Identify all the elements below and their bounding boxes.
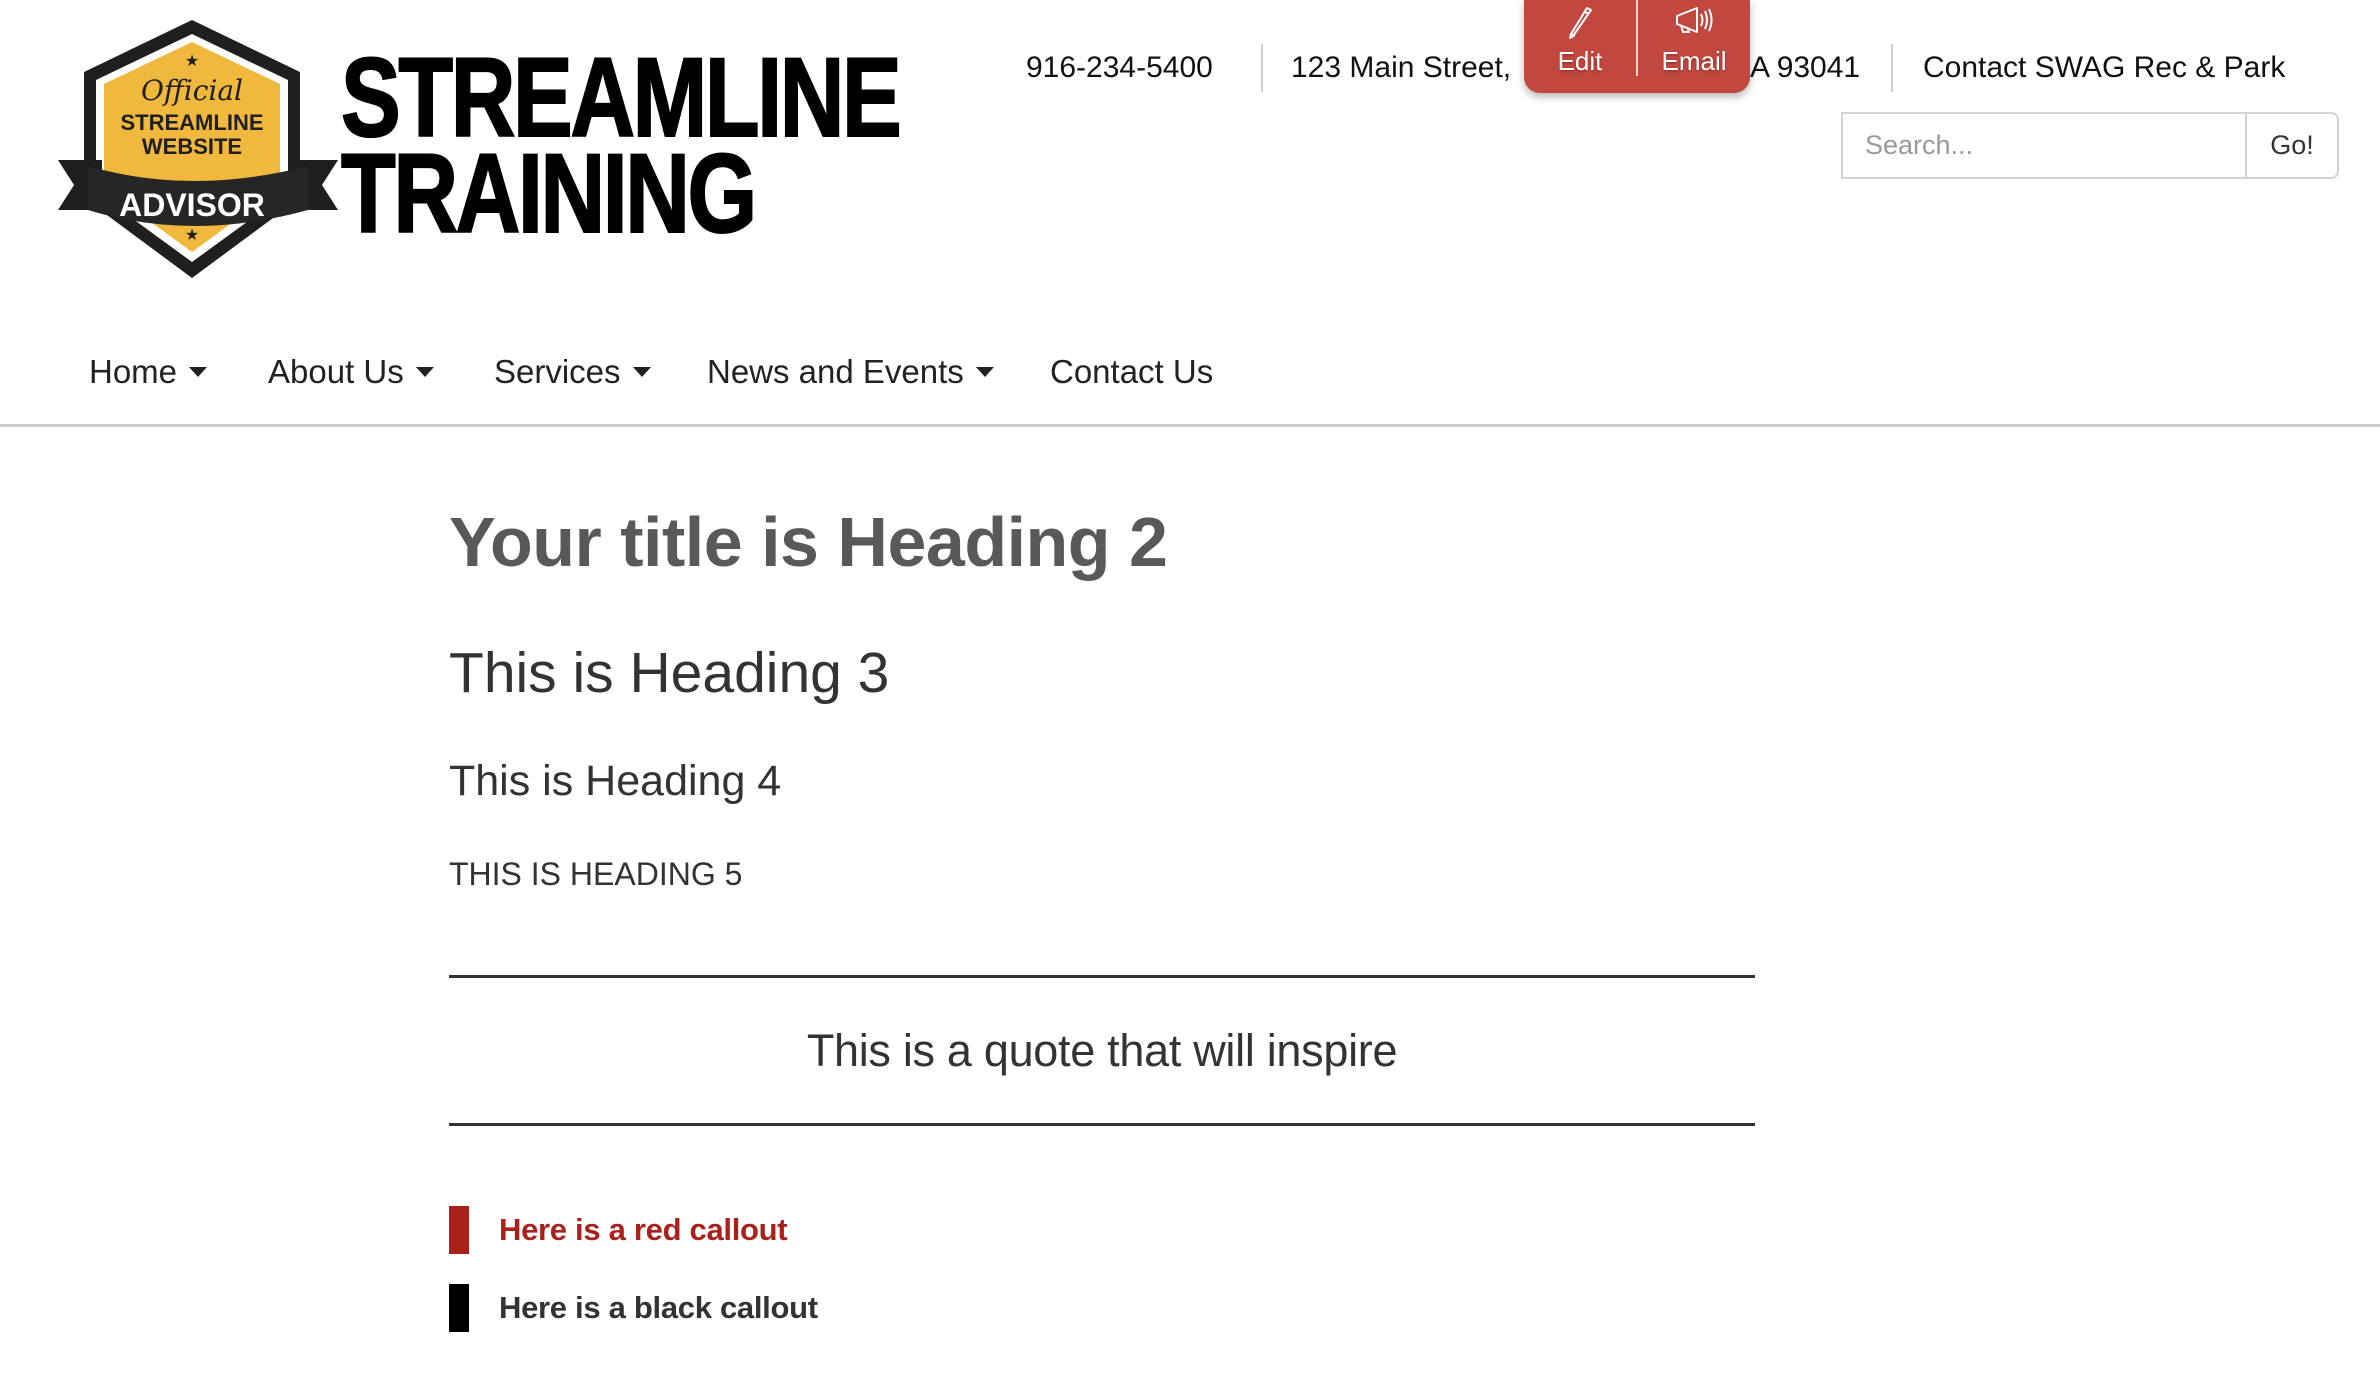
nav-item-label: Services (494, 353, 621, 390)
heading-2: Your title is Heading 2 (449, 503, 1168, 581)
email-button[interactable]: Email (1638, 0, 1750, 93)
callout-bar (449, 1206, 469, 1254)
wordmark-line-2: TRAINING (340, 131, 758, 256)
heading-4: This is Heading 4 (449, 757, 782, 805)
edit-label: Edit (1557, 46, 1603, 76)
nav-item-contact-us[interactable]: Contact Us (1050, 348, 1213, 396)
heading-3: This is Heading 3 (449, 641, 890, 705)
nav-item-services[interactable]: Services (494, 348, 651, 396)
caret-down-icon (975, 367, 994, 378)
callout-text: Here is a red callout (499, 1212, 788, 1247)
red-callout: Here is a red callout (449, 1206, 788, 1254)
logo-wordmark: STREAMLINE TRAINING (340, 41, 902, 256)
nav-item-label: About Us (268, 353, 404, 390)
advisor-badge-icon: ★ ★ Official STREAMLINE WEBSITE ADVISOR (58, 20, 338, 278)
nav-item-label: Contact Us (1050, 353, 1214, 390)
admin-quick-actions: Edit Email (1524, 0, 1750, 93)
topbar-divider (1261, 44, 1263, 92)
phone-link[interactable]: 916-234-5400 (1026, 44, 1213, 92)
address-text[interactable]: 123 Main Street, (1291, 44, 1511, 92)
address-start: 123 Main Street, (1291, 51, 1512, 84)
heading-5: This is Heading 5 (449, 856, 743, 892)
main-navigation: Home About Us Services News and Events C… (0, 340, 2380, 427)
nav-item-home[interactable]: Home (89, 348, 208, 396)
badge-line2-text: WEBSITE (142, 134, 242, 159)
address-text-end[interactable]: A 93041 (1750, 44, 1860, 92)
callout-text: Here is a black callout (499, 1290, 818, 1325)
caret-down-icon (632, 367, 651, 378)
search-go-button[interactable]: Go! (2245, 112, 2339, 179)
caret-down-icon (189, 367, 208, 378)
contact-link[interactable]: Contact SWAG Rec & Park (1923, 44, 2285, 92)
badge-script-text: Official (141, 74, 243, 107)
nav-item-label: Home (89, 353, 178, 390)
megaphone-icon (1676, 7, 1713, 33)
badge-ribbon-text: ADVISOR (119, 187, 265, 223)
quote-text: This is a quote that will inspire (806, 1024, 1398, 1076)
badge-line1-text: STREAMLINE (121, 110, 264, 135)
black-callout: Here is a black callout (449, 1284, 818, 1332)
callout-bar (449, 1284, 469, 1332)
svg-text:★: ★ (185, 225, 199, 244)
pencil-icon (1569, 7, 1592, 39)
nav-item-news-and-events[interactable]: News and Events (707, 348, 994, 396)
edit-button[interactable]: Edit (1524, 0, 1636, 93)
email-label: Email (1661, 46, 1727, 76)
search-input[interactable] (1841, 112, 2245, 179)
pull-quote: This is a quote that will inspire (449, 975, 1755, 1126)
site-logo[interactable]: ★ ★ Official STREAMLINE WEBSITE ADVISOR … (58, 20, 903, 278)
site-search: Go! (1841, 112, 2339, 179)
svg-text:★: ★ (185, 51, 199, 70)
nav-item-label: News and Events (707, 353, 964, 390)
caret-down-icon (415, 367, 434, 378)
nav-item-about-us[interactable]: About Us (268, 348, 434, 396)
topbar-divider (1891, 44, 1893, 92)
